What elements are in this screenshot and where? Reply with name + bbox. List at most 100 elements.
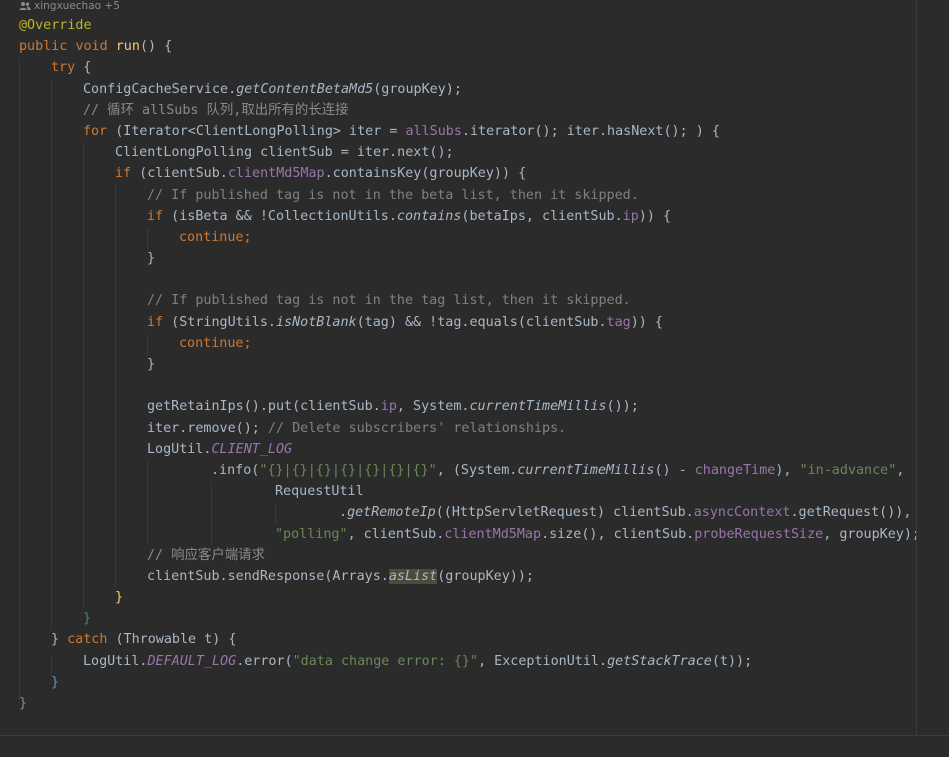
code-text: "polling", clientSub.clientMd5Map.size()…	[275, 524, 920, 545]
code-line: }	[0, 693, 949, 714]
code-text: )) {	[630, 314, 663, 330]
field: allSubs	[405, 123, 462, 139]
keyword: continue;	[179, 335, 252, 351]
code-text: } catch (Throwable t) {	[51, 629, 236, 650]
field: ip	[380, 399, 397, 415]
keyword: continue;	[179, 229, 252, 245]
code-text: ConfigCacheService.getContentBetaMd5(gro…	[83, 79, 462, 100]
right-margin-guide	[916, 0, 917, 743]
keyword: void	[75, 39, 108, 55]
static-method: currentTimeMillis	[469, 399, 607, 415]
code-text: iter.remove();	[147, 420, 268, 436]
code-line: .info("{}|{}|{}|{}|{}|{}|{}", (System.cu…	[0, 460, 949, 481]
code-text: .	[339, 505, 348, 521]
code-text: public void run() {	[19, 36, 172, 57]
code-text: if (StringUtils.isNotBlank(tag) && !tag.…	[147, 312, 663, 333]
code-text: .size(), clientSub.	[541, 526, 695, 542]
keyword: try	[51, 60, 76, 76]
static-method: getStackTrace	[607, 653, 712, 669]
code-line: }	[0, 248, 949, 269]
code-text: (isBeta && !CollectionUtils.	[163, 208, 397, 224]
code-area[interactable]: @Override public void run() { try { Conf…	[0, 15, 949, 714]
code-text: LogUtil.	[147, 441, 212, 457]
code-text: , ExceptionUtil.	[478, 653, 608, 669]
code-text: {	[75, 60, 92, 76]
code-line: }	[0, 672, 949, 693]
code-text: }	[19, 696, 28, 711]
code-line: clientSub.sendResponse(Arrays.asList(gro…	[0, 566, 949, 587]
code-text: , groupKey);	[823, 526, 920, 542]
horizontal-scrollbar[interactable]	[0, 735, 949, 743]
code-text: (Iterator<ClientLongPolling> iter =	[107, 123, 406, 139]
code-line: ConfigCacheService.getContentBetaMd5(gro…	[0, 79, 949, 100]
code-line: if (StringUtils.isNotBlank(tag) && !tag.…	[0, 312, 949, 333]
code-text: ),	[775, 462, 800, 478]
code-line: // 循环 allSubs 队列,取出所有的长连接	[0, 100, 949, 121]
code-line: if (clientSub.clientMd5Map.containsKey(g…	[0, 163, 949, 184]
code-text: try {	[51, 57, 91, 78]
code-text: .info("{}|{}|{}|{}|{}|{}|{}", (System.cu…	[211, 460, 904, 481]
code-author-hint[interactable]: xingxuechao +5	[19, 0, 120, 12]
field: clientMd5Map	[227, 166, 325, 182]
code-line: @Override	[0, 15, 949, 36]
code-text: getRetainIps().put(clientSub.	[147, 399, 381, 415]
code-text: .iterator(); iter.hasNext(); ) {	[461, 123, 720, 139]
code-text: if (isBeta && !CollectionUtils.contains(…	[147, 206, 671, 227]
string-literal: "{}|{}|{}|{}|{}|{}|{}"	[259, 462, 437, 478]
keyword: if	[147, 208, 164, 224]
code-line: // If published tag is not in the tag li…	[0, 290, 949, 311]
code-line: getRetainIps().put(clientSub.ip, System.…	[0, 396, 949, 417]
code-text: clientSub.sendResponse(Arrays.	[147, 568, 389, 584]
code-text: .info(	[211, 462, 260, 478]
code-text: (groupKey));	[437, 568, 534, 584]
field: ip	[622, 208, 639, 224]
code-text: .error(	[236, 653, 293, 669]
code-editor[interactable]: xingxuechao +5 @Override public void run…	[0, 0, 949, 743]
code-text: ClientLongPolling clientSub = iter.next(…	[115, 145, 454, 161]
string-literal: "in-advance"	[799, 462, 897, 478]
field: asyncContext	[693, 505, 791, 521]
code-text: ((HttpServletRequest) clientSub.	[435, 505, 694, 521]
code-text: ,	[896, 462, 905, 478]
code-text: }	[115, 590, 124, 606]
code-text: () -	[654, 462, 695, 478]
keyword: for	[83, 123, 108, 139]
code-line: }	[0, 587, 949, 608]
static-method: isNotBlank	[276, 314, 357, 330]
comment: // If published tag is not in the tag li…	[147, 293, 631, 309]
code-text: ());	[606, 399, 639, 415]
code-text: (tag) && !tag.equals(clientSub.	[356, 314, 607, 330]
code-line: // 响应客户端请求	[0, 545, 949, 566]
field: clientMd5Map	[444, 526, 542, 542]
code-line: "polling", clientSub.clientMd5Map.size()…	[0, 524, 949, 545]
field: probeRequestSize	[694, 526, 824, 542]
code-line: if (isBeta && !CollectionUtils.contains(…	[0, 206, 949, 227]
code-text: ConfigCacheService.	[83, 81, 237, 97]
static-method: asList	[388, 568, 438, 584]
code-line: continue;	[0, 227, 949, 248]
code-text: (StringUtils.	[163, 314, 276, 330]
static-field: CLIENT_LOG	[211, 441, 293, 457]
code-text: for (Iterator<ClientLongPolling> iter = …	[83, 121, 720, 142]
code-text: (groupKey);	[373, 81, 462, 97]
code-text: LogUtil.	[83, 653, 148, 669]
code-text: , System.	[396, 399, 470, 415]
keyword: public	[19, 39, 68, 55]
code-line: }	[0, 354, 949, 375]
code-text: (clientSub.	[131, 166, 228, 182]
code-text: LogUtil.CLIENT_LOG	[147, 439, 292, 460]
code-text: clientSub.sendResponse(Arrays.asList(gro…	[147, 566, 534, 587]
keyword: if	[147, 314, 164, 330]
code-text: (betaIps, clientSub.	[461, 208, 623, 224]
code-line: LogUtil.CLIENT_LOG	[0, 439, 949, 460]
code-text: if (clientSub.clientMd5Map.containsKey(g…	[115, 163, 526, 184]
keyword: if	[115, 166, 132, 182]
code-line: }	[0, 608, 949, 629]
comment: // 响应客户端请求	[147, 547, 265, 563]
static-method: getContentBetaMd5	[236, 81, 374, 97]
code-line: for (Iterator<ClientLongPolling> iter = …	[0, 121, 949, 142]
code-text: () {	[139, 39, 173, 55]
code-line: LogUtil.DEFAULT_LOG.error("data change e…	[0, 651, 949, 672]
code-text: }	[147, 357, 156, 372]
static-field: DEFAULT_LOG	[147, 653, 237, 669]
